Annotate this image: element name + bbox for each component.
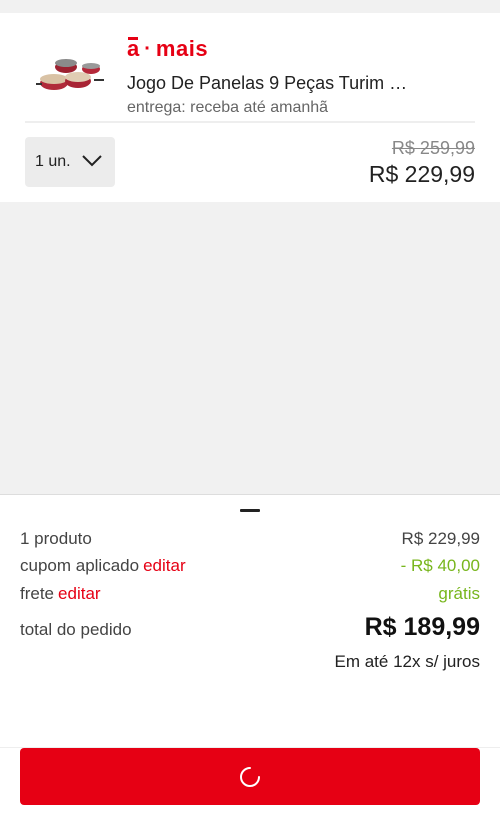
drag-handle[interactable] <box>240 509 260 512</box>
coupon-label: cupom aplicado <box>20 556 140 575</box>
shipping-value: grátis <box>438 584 480 603</box>
products-row: 1 produto R$ 229,99 <box>20 529 480 549</box>
divider <box>25 121 475 123</box>
order-summary-panel: 1 produto R$ 229,99 cupom aplicado editar… <box>0 494 500 825</box>
checkout-button[interactable] <box>20 748 480 805</box>
delivery-info: entrega: receba até amanhã <box>127 99 329 116</box>
brand-logo-dot: · <box>144 38 151 60</box>
product-image[interactable] <box>36 53 104 97</box>
shipping-edit-link[interactable]: editar <box>58 584 101 603</box>
cart-item-card: a · mais Jogo De Panelas 9 Peças Turim …… <box>0 13 500 202</box>
brand-logo-a: a <box>127 36 140 61</box>
quantity-select[interactable]: 1 un. <box>25 137 115 187</box>
brand-logo: a · mais <box>127 36 208 62</box>
products-label: 1 produto <box>20 529 92 548</box>
total-label: total do pedido <box>20 620 132 639</box>
coupon-edit-link[interactable]: editar <box>143 556 186 575</box>
product-title[interactable]: Jogo De Panelas 9 Peças Turim … <box>127 73 457 94</box>
coupon-row: cupom aplicado editar - R$ 40,00 <box>20 556 480 576</box>
brand-logo-mais: mais <box>155 36 209 61</box>
chevron-down-icon <box>82 155 102 167</box>
total-value: R$ 189,99 <box>364 613 480 641</box>
installments-info: Em até 12x s/ juros <box>334 652 480 671</box>
products-value: R$ 229,99 <box>401 529 480 548</box>
shipping-row: frete editar grátis <box>20 584 480 604</box>
total-row: total do pedido R$ 189,99 <box>20 613 480 642</box>
old-price: R$ 259,99 <box>391 138 475 158</box>
current-price: R$ 229,99 <box>368 161 475 187</box>
quantity-value: 1 un. <box>35 153 71 170</box>
spinner-icon <box>240 766 260 787</box>
shipping-label: frete <box>20 584 55 603</box>
coupon-value: - R$ 40,00 <box>400 556 480 575</box>
